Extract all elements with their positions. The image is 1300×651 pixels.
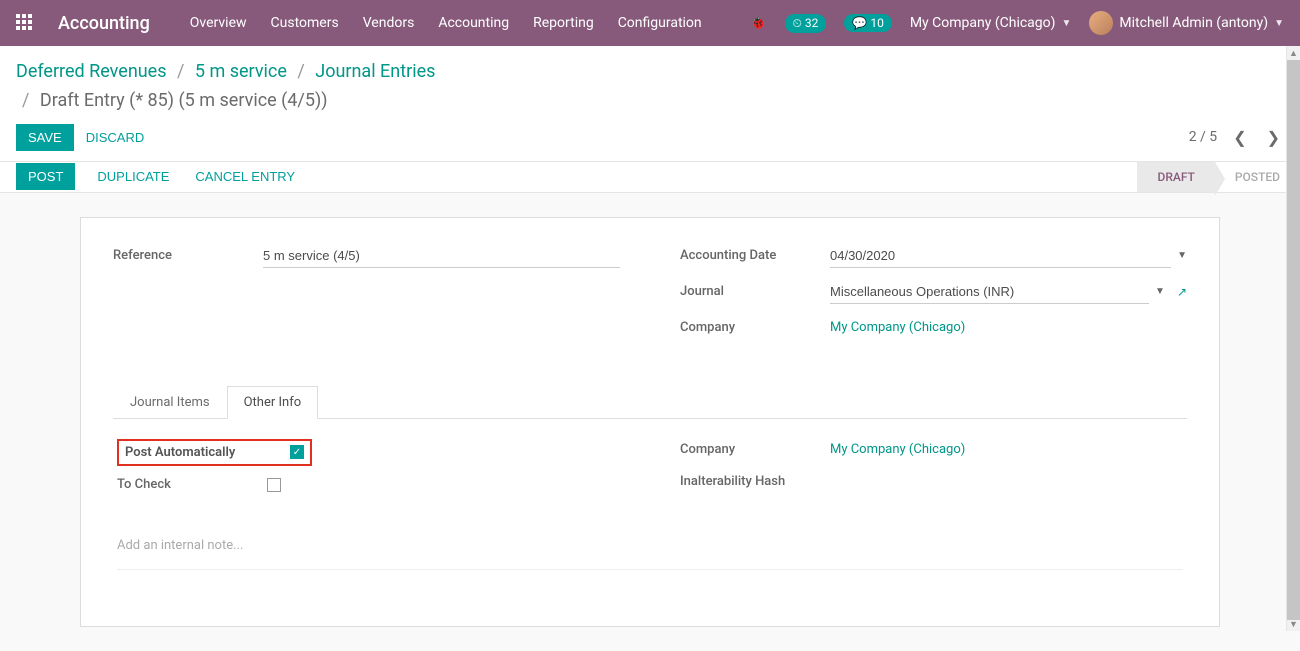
main-menu: Overview Customers Vendors Accounting Re…: [190, 15, 751, 31]
internal-note-input[interactable]: Add an internal note...: [117, 538, 1183, 570]
message-badge[interactable]: 💬 10: [844, 14, 891, 32]
post-automatically-checkbox[interactable]: ✓: [290, 445, 304, 459]
menu-customers[interactable]: Customers: [271, 15, 339, 31]
statusbar: DRAFT POSTED: [1137, 162, 1300, 192]
save-button[interactable]: SAVE: [16, 124, 74, 151]
tab-journal-items[interactable]: Journal Items: [113, 386, 227, 419]
top-navbar: Accounting Overview Customers Vendors Ac…: [0, 0, 1300, 46]
scrollbar[interactable]: ▲ ▼: [1286, 46, 1300, 631]
breadcrumb-separator: /: [297, 61, 304, 82]
user-name: Mitchell Admin (antony): [1119, 15, 1268, 31]
activity-count: 32: [805, 16, 819, 30]
message-count: 10: [870, 16, 884, 30]
breadcrumb-5m-service[interactable]: 5 m service: [195, 61, 287, 82]
pager-text: 2 / 5: [1189, 129, 1217, 145]
company-switcher[interactable]: My Company (Chicago) ▼: [910, 15, 1072, 31]
debug-icon[interactable]: 🐞: [750, 16, 766, 31]
reference-label: Reference: [113, 248, 263, 263]
navbar-right: 🐞 ⏲ 32 💬 10 My Company (Chicago) ▼ Mitch…: [750, 11, 1284, 35]
menu-overview[interactable]: Overview: [190, 15, 247, 31]
activity-badge[interactable]: ⏲ 32: [785, 14, 827, 33]
menu-reporting[interactable]: Reporting: [533, 15, 594, 31]
scroll-up-icon[interactable]: ▲: [1287, 46, 1300, 60]
status-draft[interactable]: DRAFT: [1137, 162, 1214, 192]
chevron-down-icon: ▼: [1274, 18, 1284, 29]
discard-button[interactable]: DISCARD: [82, 124, 149, 151]
action-bar: POST DUPLICATE CANCEL ENTRY DRAFT POSTED: [0, 162, 1300, 193]
cancel-entry-button[interactable]: CANCEL ENTRY: [191, 163, 299, 190]
pager-prev-icon[interactable]: ❮: [1229, 128, 1250, 147]
clock-icon: ⏲: [793, 16, 802, 31]
app-name[interactable]: Accounting: [58, 13, 150, 34]
company-label: Company: [680, 320, 830, 335]
to-check-checkbox[interactable]: [267, 478, 281, 492]
chevron-down-icon[interactable]: ▼: [1177, 250, 1187, 261]
breadcrumb-separator: /: [22, 90, 29, 111]
menu-accounting[interactable]: Accounting: [438, 15, 509, 31]
pager-next-icon[interactable]: ❯: [1263, 128, 1284, 147]
hash-label: Inalterability Hash: [680, 474, 830, 489]
user-menu[interactable]: Mitchell Admin (antony) ▼: [1089, 11, 1284, 35]
accounting-date-input[interactable]: [830, 244, 1171, 268]
breadcrumb-separator: /: [177, 61, 184, 82]
other-company-label: Company: [680, 442, 830, 457]
post-automatically-highlight: Post Automatically ✓: [117, 439, 312, 466]
tab-header: Journal Items Other Info: [113, 386, 1187, 419]
menu-vendors[interactable]: Vendors: [363, 15, 415, 31]
notebook: Journal Items Other Info Post Automatica…: [113, 386, 1187, 580]
tab-other-info-content: Post Automatically ✓ To Check Company My…: [113, 419, 1187, 580]
other-company-link[interactable]: My Company (Chicago): [830, 442, 965, 457]
accounting-date-label: Accounting Date: [680, 248, 830, 263]
form-sheet: Reference Accounting Date ▼ Journal: [80, 217, 1220, 627]
breadcrumb-deferred-revenues[interactable]: Deferred Revenues: [16, 61, 167, 82]
breadcrumb: Deferred Revenues / 5 m service / Journa…: [16, 58, 1284, 116]
chevron-down-icon: ▼: [1062, 18, 1072, 29]
reference-input[interactable]: [263, 244, 620, 268]
to-check-label: To Check: [117, 477, 267, 492]
apps-icon[interactable]: [16, 14, 34, 32]
journal-input[interactable]: [830, 280, 1149, 304]
form-background: Reference Accounting Date ▼ Journal: [0, 193, 1300, 651]
journal-label: Journal: [680, 284, 830, 299]
tab-other-info[interactable]: Other Info: [227, 386, 319, 419]
menu-configuration[interactable]: Configuration: [618, 15, 702, 31]
company-link[interactable]: My Company (Chicago): [830, 320, 965, 335]
control-panel: Deferred Revenues / 5 m service / Journa…: [0, 46, 1300, 162]
avatar: [1089, 11, 1113, 35]
scroll-down-icon[interactable]: ▼: [1287, 617, 1300, 631]
chevron-down-icon[interactable]: ▼: [1155, 286, 1165, 297]
breadcrumb-journal-entries[interactable]: Journal Entries: [315, 61, 435, 82]
external-link-icon[interactable]: ↗: [1177, 285, 1187, 299]
chat-icon: 💬: [852, 16, 867, 30]
duplicate-button[interactable]: DUPLICATE: [93, 163, 173, 190]
scrollbar-thumb[interactable]: [1287, 60, 1300, 620]
post-automatically-label: Post Automatically: [125, 445, 290, 460]
company-name: My Company (Chicago): [910, 15, 1056, 31]
post-button[interactable]: POST: [16, 163, 75, 190]
breadcrumb-current: Draft Entry (* 85) (5 m service (4/5)): [40, 90, 328, 111]
